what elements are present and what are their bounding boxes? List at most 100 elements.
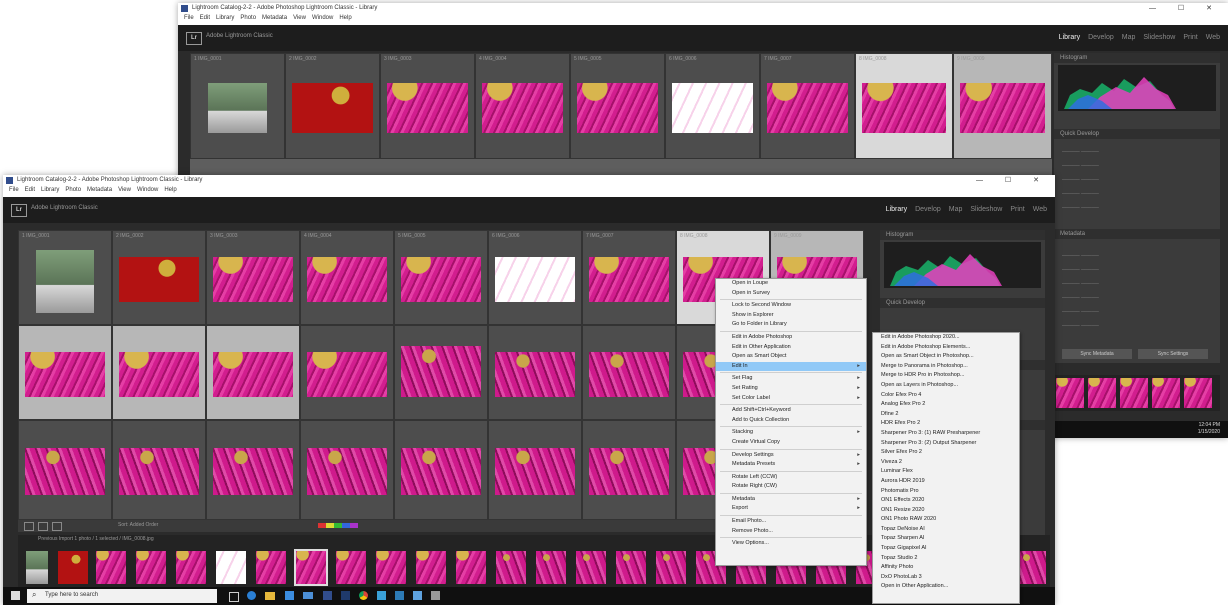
chrome-icon[interactable] <box>359 591 368 600</box>
submenu-item[interactable]: Sharpener Pro 3: (2) Output Sharpener <box>873 439 1019 449</box>
filmstrip-thumbnail[interactable] <box>58 551 88 584</box>
filmstrip-thumbnail[interactable] <box>576 551 606 584</box>
menu-item[interactable]: Go to Folder in Library <box>716 320 866 330</box>
submenu-item[interactable]: Silver Efex Pro 2 <box>873 448 1019 458</box>
loupe-view-icon[interactable] <box>38 522 48 531</box>
grid-cell[interactable] <box>300 420 394 520</box>
submenu-item[interactable]: Open as Smart Object in Photoshop... <box>873 352 1019 362</box>
menu-library[interactable]: Library <box>216 15 234 21</box>
module-web[interactable]: Web <box>1033 206 1047 213</box>
grid-cell[interactable] <box>206 420 300 520</box>
grid-cell[interactable] <box>18 325 112 420</box>
filmstrip-thumbnail[interactable] <box>1088 378 1116 408</box>
grid-cell[interactable] <box>488 325 582 420</box>
submenu-item[interactable]: ON1 Effects 2020 <box>873 496 1019 506</box>
filmstrip-thumbnail[interactable] <box>376 551 406 584</box>
grid-cell[interactable]: 4 IMG_0004 <box>475 53 570 159</box>
grid-cell[interactable]: 1 IMG_0001 <box>190 53 285 159</box>
menu-edit[interactable]: Edit <box>200 15 210 21</box>
submenu-item[interactable]: HDR Efex Pro 2 <box>873 419 1019 429</box>
menu-view[interactable]: View <box>118 187 131 193</box>
submenu-item[interactable]: Topaz Sharpen AI <box>873 534 1019 544</box>
metadata-header[interactable]: Metadata <box>1054 229 1220 239</box>
grid-cell[interactable] <box>394 420 488 520</box>
grid-cell[interactable]: 4 IMG_0004 <box>300 230 394 325</box>
quick-develop-header[interactable]: Quick Develop <box>1054 129 1220 139</box>
menu-item[interactable]: Develop Settings ▸ <box>716 451 866 461</box>
filmstrip-thumbnail[interactable] <box>536 551 566 584</box>
grid-cell[interactable] <box>582 325 676 420</box>
module-develop[interactable]: Develop <box>915 206 941 213</box>
submenu-item[interactable]: ON1 Photo RAW 2020 <box>873 515 1019 525</box>
grid-cell-selected[interactable]: 8 IMG_0008 <box>855 53 953 159</box>
menu-item[interactable]: Create Virtual Copy <box>716 438 866 448</box>
menu-item[interactable]: Open in Survey <box>716 289 866 299</box>
grid-cell[interactable] <box>300 325 394 420</box>
submenu-item[interactable]: Viveza 2 <box>873 458 1019 468</box>
menu-item[interactable]: Set Flag ▸ <box>716 374 866 384</box>
filmstrip-thumbnail[interactable] <box>26 551 48 584</box>
module-print[interactable]: Print <box>1183 34 1197 41</box>
menu-item[interactable]: Add to Quick Collection <box>716 416 866 426</box>
grid-cell[interactable] <box>18 420 112 520</box>
submenu-item[interactable]: ON1 Resize 2020 <box>873 506 1019 516</box>
sync-metadata-button[interactable]: Sync Metadata <box>1062 349 1132 359</box>
grid-view-icon[interactable] <box>24 522 34 531</box>
filmstrip-thumbnail[interactable] <box>496 551 526 584</box>
app-icon[interactable] <box>395 591 404 600</box>
grid-cell[interactable]: 6 IMG_0006 <box>665 53 760 159</box>
grid-cell[interactable]: 9 IMG_0009 <box>953 53 1052 159</box>
windows-start-icon[interactable] <box>11 591 20 600</box>
module-map[interactable]: Map <box>1122 34 1136 41</box>
lightroom-taskbar-icon[interactable] <box>323 591 332 600</box>
filmstrip-thumbnail[interactable] <box>616 551 646 584</box>
sync-settings-button[interactable]: Sync Settings <box>1138 349 1208 359</box>
submenu-item[interactable]: Open as Layers in Photoshop... <box>873 381 1019 391</box>
menu-help[interactable]: Help <box>339 15 351 21</box>
filmstrip-thumbnail[interactable] <box>656 551 686 584</box>
menu-item[interactable]: Export ▸ <box>716 504 866 514</box>
submenu-item[interactable]: Photomatix Pro <box>873 487 1019 497</box>
menu-item[interactable]: Remove Photo... <box>716 527 866 537</box>
grid-cell[interactable] <box>394 325 488 420</box>
app-icon[interactable] <box>431 591 440 600</box>
app-icon[interactable] <box>413 591 422 600</box>
grid-cell[interactable]: 5 IMG_0005 <box>394 230 488 325</box>
menu-file[interactable]: File <box>9 187 19 193</box>
grid-cell[interactable]: 6 IMG_0006 <box>488 230 582 325</box>
grid-cell[interactable] <box>488 420 582 520</box>
submenu-item[interactable]: Affinity Photo <box>873 563 1019 573</box>
submenu-item[interactable]: Edit in Adobe Photoshop Elements... <box>873 343 1019 353</box>
menu-item[interactable]: Edit in Adobe Photoshop <box>716 333 866 343</box>
menu-view[interactable]: View <box>293 15 306 21</box>
menu-photo[interactable]: Photo <box>240 15 256 21</box>
module-print[interactable]: Print <box>1010 206 1024 213</box>
menu-item[interactable]: Set Color Label ▸ <box>716 394 866 404</box>
filmstrip-thumbnail[interactable] <box>1056 378 1084 408</box>
menu-edit[interactable]: Edit <box>25 187 35 193</box>
module-slideshow[interactable]: Slideshow <box>1143 34 1175 41</box>
menu-item[interactable]: Rotate Right (CW) <box>716 482 866 492</box>
grid-cell[interactable]: 7 IMG_0007 <box>582 230 676 325</box>
menu-item[interactable]: Show in Explorer <box>716 311 866 321</box>
filmstrip-thumbnail[interactable] <box>456 551 486 584</box>
grid-cell[interactable] <box>112 325 206 420</box>
module-slideshow[interactable]: Slideshow <box>970 206 1002 213</box>
module-web[interactable]: Web <box>1206 34 1220 41</box>
module-map[interactable]: Map <box>949 206 963 213</box>
folder-icon[interactable] <box>265 592 275 600</box>
edge-icon[interactable] <box>247 591 256 600</box>
filmstrip-thumbnail[interactable] <box>256 551 286 584</box>
app-icon[interactable] <box>377 591 386 600</box>
taskview-icon[interactable] <box>229 592 239 602</box>
module-library[interactable]: Library <box>886 206 907 213</box>
menu-item[interactable]: Add Shift+Ctrl+Keyword <box>716 406 866 416</box>
module-library[interactable]: Library <box>1059 34 1080 41</box>
compare-view-icon[interactable] <box>52 522 62 531</box>
submenu-item[interactable]: Sharpener Pro 3: (1) RAW Presharpener <box>873 429 1019 439</box>
store-icon[interactable] <box>285 591 294 600</box>
sort-label[interactable]: Sort: Added Order <box>118 522 158 528</box>
grid-cell[interactable]: 2 IMG_0002 <box>285 53 380 159</box>
menu-item-edit-in[interactable]: Edit In ▸ <box>716 361 866 372</box>
menu-item[interactable]: Edit in Other Application <box>716 343 866 353</box>
